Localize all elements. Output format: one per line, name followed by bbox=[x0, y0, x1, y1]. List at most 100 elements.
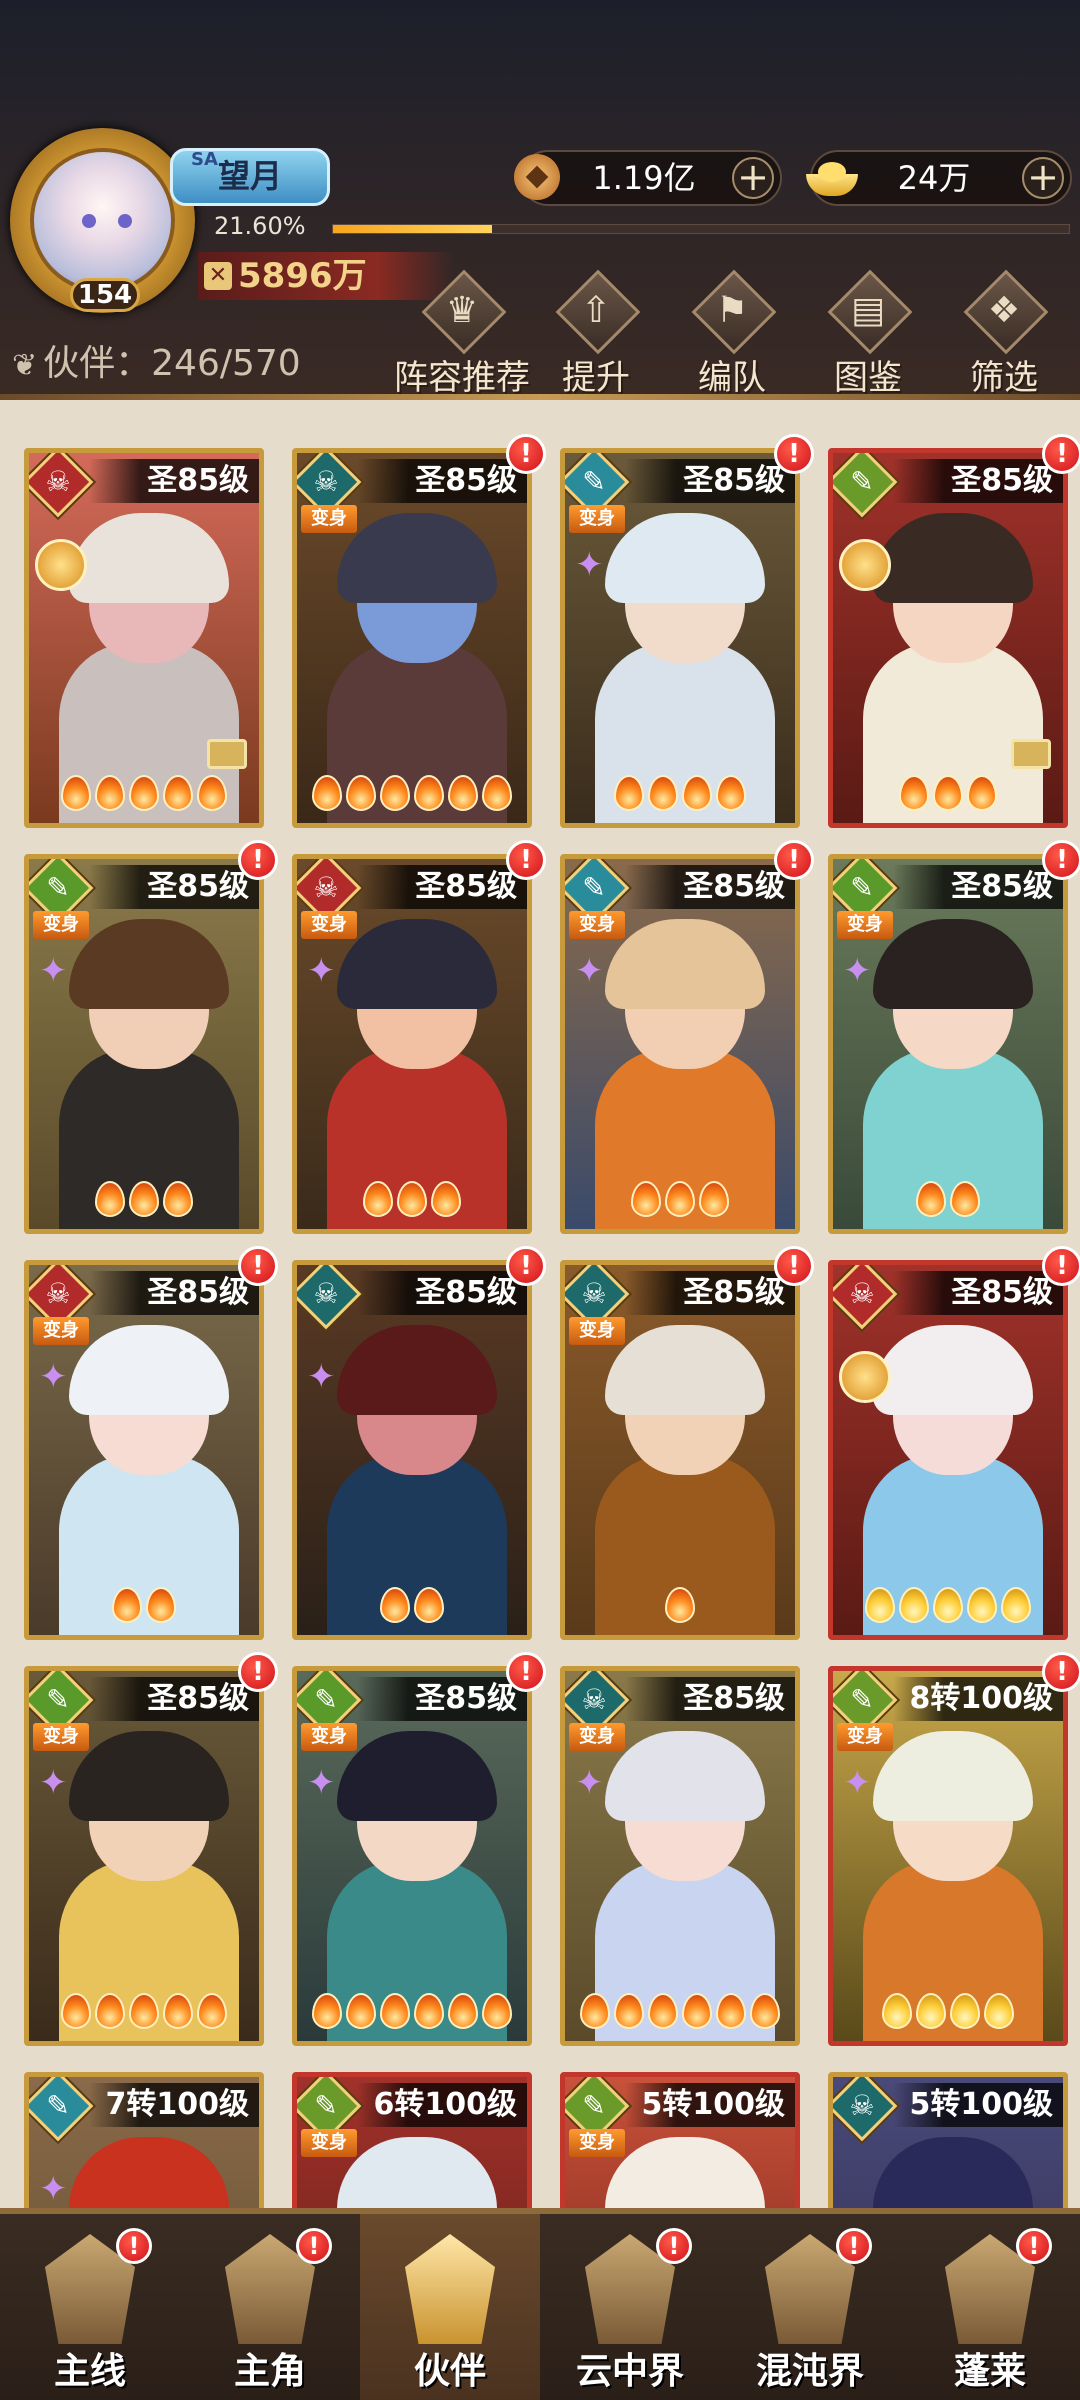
lineup-recommend-button[interactable]: ♛ 阵容推荐 bbox=[394, 269, 530, 398]
companion-level: 8转100级 bbox=[893, 1677, 1063, 1721]
companion-card[interactable]: 圣85级 ☠ bbox=[828, 1260, 1068, 1640]
companion-card[interactable]: 圣85级 ✎ 变身 ✦ bbox=[560, 854, 800, 1234]
element-glyph: ✎ bbox=[46, 1683, 70, 1716]
flame-star-icon bbox=[448, 775, 478, 811]
notification-badge: ! bbox=[506, 434, 546, 474]
notification-badge: ! bbox=[1042, 1652, 1080, 1692]
flame-star-icon bbox=[682, 775, 712, 811]
notification-badge: ! bbox=[238, 1246, 278, 1286]
player-name-plate[interactable]: SA 望月 bbox=[170, 148, 330, 206]
companion-card[interactable]: 圣85级 ✎ 变身 ✦ bbox=[560, 448, 800, 828]
filter-button[interactable]: ❖ 筛选 bbox=[938, 269, 1070, 398]
nav-main-quest[interactable]: ! 主线 bbox=[0, 2214, 180, 2400]
copper-value: 1.19亿 bbox=[592, 159, 696, 197]
flame-star-icon bbox=[346, 775, 376, 811]
element-glyph: ☠ bbox=[313, 871, 339, 904]
companion-card[interactable]: 圣85级 ✎ 变身 ✦ bbox=[24, 1666, 264, 2046]
copper-currency: 1.19亿 + bbox=[514, 150, 782, 206]
flame-star-icon bbox=[899, 1587, 929, 1623]
element-glyph: ✎ bbox=[46, 871, 70, 904]
flame-star-icon bbox=[163, 775, 193, 811]
sparkle-icon: ✦ bbox=[307, 951, 336, 991]
transform-tag: 变身 bbox=[569, 1317, 625, 1345]
medal-icon bbox=[839, 1351, 891, 1403]
player-avatar[interactable]: 154 bbox=[10, 128, 195, 313]
star-rating bbox=[297, 1181, 527, 1221]
companion-count: ❦ 伙伴：246/570 bbox=[12, 334, 301, 386]
flame-star-icon bbox=[414, 775, 444, 811]
flame-star-icon bbox=[146, 1587, 176, 1623]
flame-star-icon bbox=[380, 775, 410, 811]
companion-level: 圣85级 bbox=[625, 865, 795, 909]
flame-star-icon bbox=[431, 1181, 461, 1217]
companion-card[interactable]: 5转100级 ☠ bbox=[828, 2072, 1068, 2208]
notification-badge: ! bbox=[1042, 840, 1080, 880]
nav-cloud-realm[interactable]: ! 云中界 bbox=[540, 2214, 720, 2400]
flame-star-icon bbox=[312, 1993, 342, 2029]
transform-tag: 变身 bbox=[301, 1723, 357, 1751]
notification-badge: ! bbox=[238, 840, 278, 880]
companion-level: 圣85级 bbox=[357, 1677, 527, 1721]
companion-card[interactable]: 5转100级 ✎ 变身 bbox=[560, 2072, 800, 2208]
sparkle-icon: ✦ bbox=[843, 951, 872, 991]
transform-tag: 变身 bbox=[301, 505, 357, 533]
companion-level: 圣85级 bbox=[89, 1271, 259, 1315]
flame-star-icon bbox=[346, 1993, 376, 2029]
companion-card[interactable]: 圣85级 ☠ 变身 ✦ bbox=[560, 1666, 800, 2046]
flame-star-icon bbox=[614, 775, 644, 811]
transform-tag: 变身 bbox=[33, 1723, 89, 1751]
companion-level: 圣85级 bbox=[893, 1271, 1063, 1315]
notification-badge: ! bbox=[506, 840, 546, 880]
companion-card[interactable]: 圣85级 ✎ 变身 ✦ bbox=[292, 1666, 532, 2046]
companion-card[interactable]: 圣85级 ☠ ✦ bbox=[292, 1260, 532, 1640]
flame-star-icon bbox=[899, 775, 929, 811]
coin-icon bbox=[514, 154, 560, 200]
add-gold-button[interactable]: + bbox=[1022, 157, 1064, 199]
companion-card[interactable]: 圣85级 ☠ bbox=[24, 448, 264, 828]
companion-card[interactable]: 圣85级 ☠ 变身 bbox=[292, 448, 532, 828]
companion-card[interactable]: 8转100级 ✎ 变身 ✦ bbox=[828, 1666, 1068, 2046]
companion-card[interactable]: 圣85级 ☠ 变身 ✦ bbox=[24, 1260, 264, 1640]
notification-badge: ! bbox=[506, 1652, 546, 1692]
companion-card[interactable]: 6转100级 ✎ 变身 bbox=[292, 2072, 532, 2208]
add-copper-button[interactable]: + bbox=[732, 157, 774, 199]
flame-star-icon bbox=[950, 1993, 980, 2029]
companion-card[interactable]: 圣85级 ✎ bbox=[828, 448, 1068, 828]
sparkle-icon: ✦ bbox=[307, 1763, 336, 1803]
nav-chaos-realm[interactable]: ! 混沌界 bbox=[720, 2214, 900, 2400]
nav-protagonist[interactable]: ! 主角 bbox=[180, 2214, 360, 2400]
upgrade-button[interactable]: ⇧ 提升 bbox=[530, 269, 662, 398]
codex-button[interactable]: ▤ 图鉴 bbox=[802, 269, 934, 398]
sparkle-icon: ✦ bbox=[575, 545, 604, 585]
notification-badge: ! bbox=[656, 2228, 692, 2264]
sparkle-icon: ✦ bbox=[39, 2169, 68, 2208]
transform-tag: 变身 bbox=[569, 505, 625, 533]
flame-star-icon bbox=[414, 1993, 444, 2029]
companion-card[interactable]: 圣85级 ☠ 变身 bbox=[560, 1260, 800, 1640]
companion-card[interactable]: 7转100级 ✎ ✦ bbox=[24, 2072, 264, 2208]
notification-badge: ! bbox=[1042, 434, 1080, 474]
notification-badge: ! bbox=[774, 434, 814, 474]
companion-grid[interactable]: 圣85级 ☠ 圣85级 ☠ 变身! 圣85级 ✎ 变身 ✦! 圣85级 ✎! 圣85级 ✎ 变身 ✦! 圣85… bbox=[0, 400, 1080, 2208]
flame-star-icon bbox=[129, 1181, 159, 1217]
flame-star-icon bbox=[665, 1587, 695, 1623]
flame-star-icon bbox=[950, 1181, 980, 1217]
flame-star-icon bbox=[631, 1181, 661, 1217]
top-header: 154 SA 望月 21.60% ✕ 5896万 1.19亿 + 24万 + ❦… bbox=[0, 0, 1080, 400]
formation-button[interactable]: ⚑ 编队 bbox=[666, 269, 798, 398]
companion-count-label: 伙伴：246/570 bbox=[43, 343, 301, 384]
companion-level: 5转100级 bbox=[625, 2083, 795, 2127]
element-glyph: ☠ bbox=[849, 2089, 875, 2122]
nav-penglai[interactable]: ! 蓬莱 bbox=[900, 2214, 1080, 2400]
companion-card[interactable]: 圣85级 ✎ 变身 ✦ bbox=[828, 854, 1068, 1234]
sparkle-icon: ✦ bbox=[39, 1763, 68, 1803]
player-level: 154 bbox=[70, 278, 140, 312]
companion-level: 圣85级 bbox=[89, 459, 259, 503]
nav-companions[interactable]: 伙伴 bbox=[360, 2214, 540, 2400]
combat-power-value: 5896万 bbox=[238, 256, 367, 296]
flame-star-icon bbox=[112, 1587, 142, 1623]
companion-level: 6转100级 bbox=[357, 2083, 527, 2127]
flame-star-icon bbox=[984, 1993, 1014, 2029]
companion-card[interactable]: 圣85级 ☠ 变身 ✦ bbox=[292, 854, 532, 1234]
companion-card[interactable]: 圣85级 ✎ 变身 ✦ bbox=[24, 854, 264, 1234]
